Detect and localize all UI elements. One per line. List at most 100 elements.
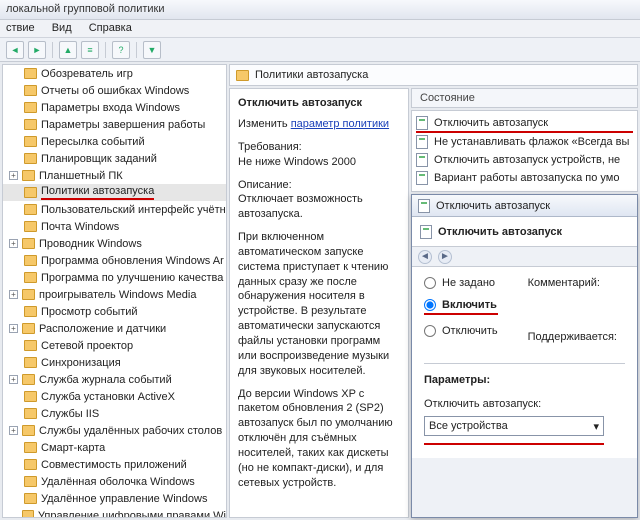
tree-item[interactable]: +Расположение и датчики (3, 320, 226, 337)
folder-icon (24, 272, 37, 283)
filter-icon[interactable]: ▼ (143, 41, 161, 59)
tree-item-label: Служба установки ActiveX (41, 391, 175, 403)
desc-text-1: Отключает возможность автозапуска. (238, 193, 363, 220)
expand-icon[interactable]: + (9, 239, 18, 248)
radio-enabled[interactable]: Включить (424, 299, 498, 315)
nav-tree[interactable]: Обозреватель игр Отчеты об ошибках Window… (2, 64, 227, 518)
tree-item-label: Обозреватель игр (41, 68, 133, 80)
tree-item-label: Параметры входа Windows (41, 102, 180, 114)
tree-item[interactable]: Смарт-карта (3, 439, 226, 456)
tree-item[interactable]: +Планшетный ПК (3, 167, 226, 184)
help-icon[interactable]: ? (112, 41, 130, 59)
tree-item-label: Пересылка событий (41, 136, 145, 148)
list-item[interactable]: Вариант работы автозапуска по умо (416, 169, 633, 187)
folder-icon (24, 255, 37, 266)
tree-item[interactable]: + Службы удалённых рабочих столов (3, 422, 226, 439)
menu-action[interactable]: ствие (6, 22, 35, 34)
tree-item[interactable]: Совместимость приложений (3, 456, 226, 473)
tree-item-label: Службы удалённых рабочих столов (39, 425, 222, 437)
folder-icon (24, 493, 37, 504)
column-state[interactable]: Состояние (411, 88, 638, 108)
tree-item[interactable]: Параметры завершения работы (3, 116, 226, 133)
tree-item[interactable]: Удалённая оболочка Windows (3, 473, 226, 490)
dialog-title: Отключить автозапуск (436, 200, 550, 212)
folder-icon (22, 425, 35, 436)
folder-icon (24, 68, 37, 79)
list-item[interactable]: Не устанавливать флажок «Всегда вы (416, 133, 633, 151)
list-item[interactable]: Отключить автозапуск устройств, не (416, 151, 633, 169)
tree-item[interactable]: Пересылка событий (3, 133, 226, 150)
edit-policy-link[interactable]: параметр политики (291, 118, 389, 130)
tree-item[interactable]: Программа обновления Windows Ar (3, 252, 226, 269)
up-icon[interactable]: ▲ (59, 41, 77, 59)
list-item-label: Не устанавливать флажок «Всегда вы (434, 136, 629, 148)
tree-item[interactable]: Просмотр событий (3, 303, 226, 320)
tree-item-label: Почта Windows (41, 221, 119, 233)
tree-item-label: Проводник Windows (39, 238, 142, 250)
expand-icon[interactable]: + (9, 171, 18, 180)
tree-item-label: Службы IIS (41, 408, 99, 420)
tree-item[interactable]: Отчеты об ошибках Windows (3, 82, 226, 99)
menu-help[interactable]: Справка (89, 22, 132, 34)
tree-item[interactable]: Служба установки ActiveX (3, 388, 226, 405)
tree-item[interactable]: Почта Windows (3, 218, 226, 235)
radio-disabled[interactable]: Отключить (424, 325, 498, 337)
tree-item[interactable]: Управление цифровыми правами Wi (3, 507, 226, 518)
tree-item[interactable]: Параметры входа Windows (3, 99, 226, 116)
settings-list[interactable]: Отключить автозапуск Не устанавливать фла… (411, 110, 638, 192)
expand-icon[interactable]: + (9, 324, 18, 333)
folder-icon (24, 136, 37, 147)
expand-icon[interactable]: + (9, 375, 18, 384)
tree-item[interactable]: Обозреватель игр (3, 65, 226, 82)
tree-item[interactable]: Службы IIS (3, 405, 226, 422)
tree-item[interactable]: +проигрыватель Windows Media (3, 286, 226, 303)
tree-item[interactable]: + Проводник Windows (3, 235, 226, 252)
dialog-title-bar[interactable]: Отключить автозапуск (412, 195, 637, 217)
list-item-label: Вариант работы автозапуска по умо (434, 172, 619, 184)
folder-icon (22, 374, 35, 385)
desc-text-3: До версии Windows XP с пакетом обновлени… (238, 387, 400, 491)
fwd-icon[interactable]: ► (28, 41, 46, 59)
req-value: Не ниже Windows 2000 (238, 156, 356, 168)
list-item[interactable]: Отключить автозапуск (416, 115, 633, 133)
tree-item[interactable]: Удалённое управление Windows (3, 490, 226, 507)
expand-icon[interactable]: + (9, 426, 18, 435)
tree-item[interactable]: Пользовательский интерфейс учётн (3, 201, 226, 218)
radio-not-configured[interactable]: Не задано (424, 277, 498, 289)
folder-icon (22, 323, 35, 334)
list-item-label: Отключить автозапуск (434, 117, 548, 129)
next-icon[interactable]: ► (438, 250, 452, 264)
prev-icon[interactable]: ◄ (418, 250, 432, 264)
back-icon[interactable]: ◄ (6, 41, 24, 59)
folder-icon (24, 153, 37, 164)
comment-label: Комментарий: (528, 277, 617, 289)
list-icon[interactable]: ≡ (81, 41, 99, 59)
description-panel: Отключить автозапуск Изменить параметр п… (229, 88, 409, 518)
folder-icon (24, 476, 37, 487)
list-item-label: Отключить автозапуск устройств, не (434, 154, 620, 166)
menu-view[interactable]: Вид (52, 22, 72, 34)
tree-item[interactable]: Политики автозапуска (3, 184, 226, 201)
folder-icon (24, 459, 37, 470)
folder-icon (24, 340, 37, 351)
folder-icon (24, 187, 37, 198)
disable-autorun-combo[interactable]: Все устройства ▾ (424, 416, 604, 436)
tree-item-label: Удалённое управление Windows (41, 493, 207, 505)
folder-icon (24, 221, 37, 232)
tree-item-label: Служба журнала событий (39, 374, 172, 386)
tree-item-label: Пользовательский интерфейс учётн (41, 204, 226, 216)
tree-item[interactable]: Синхронизация (3, 354, 226, 371)
expand-icon[interactable]: + (9, 290, 18, 299)
radio-group: Не задано Включить Отключить (424, 277, 498, 347)
desc-label: Описание: (238, 179, 292, 191)
folder-icon (24, 357, 37, 368)
tree-item[interactable]: Сетевой проектор (3, 337, 226, 354)
tree-item[interactable]: + Служба журнала событий (3, 371, 226, 388)
tree-item[interactable]: Планировщик заданий (3, 150, 226, 167)
tree-item-label: Синхронизация (41, 357, 121, 369)
breadcrumb: Политики автозапуска (229, 64, 638, 86)
tree-item[interactable]: Программа по улучшению качества (3, 269, 226, 286)
policy-icon (416, 135, 428, 149)
toolbar: ◄ ► ▲ ≡ ? ▼ (0, 38, 640, 62)
tree-item-label: Программа обновления Windows Ar (41, 255, 224, 267)
